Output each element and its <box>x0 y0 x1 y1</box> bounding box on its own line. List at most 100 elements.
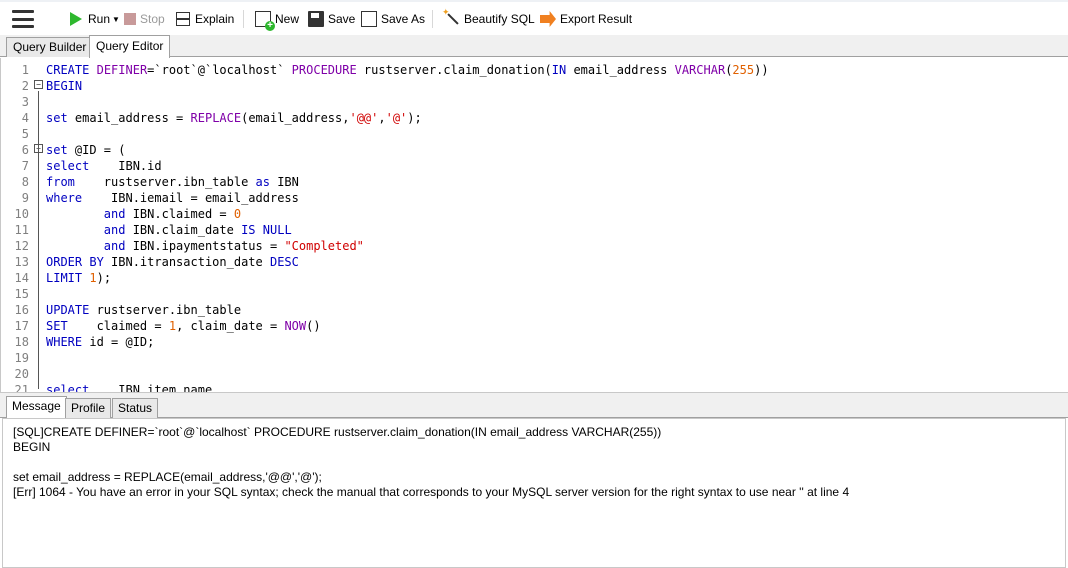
line-number: 16 <box>14 303 29 317</box>
export-result-button[interactable]: Export Result <box>540 9 632 29</box>
line-number: 3 <box>21 95 29 109</box>
code-line[interactable]: 6−set @ID = ( <box>1 142 1068 158</box>
fold-toggle-icon[interactable]: − <box>34 80 43 89</box>
export-icon <box>540 11 556 27</box>
save-label: Save <box>328 12 356 26</box>
code-text: set @ID = ( <box>46 143 126 157</box>
message-line: set email_address = REPLACE(email_addres… <box>13 470 322 484</box>
line-number: 18 <box>14 335 29 349</box>
code-text: select IBN.item_name <box>46 383 213 392</box>
tab-status[interactable]: Status <box>112 398 159 419</box>
beautify-sql-button[interactable]: Beautify SQL <box>442 7 535 29</box>
line-number: 11 <box>14 223 29 237</box>
code-text: and IBN.claim_date IS NULL <box>103 223 292 237</box>
code-text: SET claimed = 1, claim_date = NOW() <box>46 319 321 333</box>
code-line[interactable]: 10 and IBN.claimed = 0 <box>1 206 1068 222</box>
code-line[interactable]: 1 CREATE DEFINER=`root`@`localhost` PROCE… <box>1 62 1068 78</box>
explain-icon <box>175 11 191 27</box>
code-line[interactable]: 7 select IBN.id <box>1 158 1068 174</box>
code-line[interactable]: 14 LIMIT 1); <box>1 270 1068 286</box>
tab-profile[interactable]: Profile <box>65 398 112 419</box>
code-line[interactable]: 20 <box>1 366 1068 382</box>
code-line[interactable]: 13 ORDER BY IBN.itransaction_date DESC <box>1 254 1068 270</box>
code-text: select IBN.id <box>46 159 162 173</box>
line-number: 1 <box>21 63 29 77</box>
code-text: set email_address = REPLACE(email_addres… <box>46 111 422 125</box>
run-label: Run <box>88 12 111 26</box>
hamburger-menu-icon[interactable] <box>12 10 34 28</box>
code-text: CREATE DEFINER=`root`@`localhost` PROCED… <box>46 63 769 77</box>
query-tab-bar: Query Builder Query Editor <box>0 35 1068 58</box>
error-message-line: [Err] 1064 - You have an error in your S… <box>13 485 850 499</box>
stop-button[interactable]: Stop <box>124 9 165 29</box>
explain-label: Explain <box>195 12 235 26</box>
code-line[interactable]: 8 from rustserver.ibn_table as IBN <box>1 174 1068 190</box>
line-number: 8 <box>21 175 29 189</box>
code-text: and IBN.ipaymentstatus = "Completed" <box>103 239 364 253</box>
play-icon <box>70 12 82 26</box>
code-line[interactable]: 17 SET claimed = 1, claim_date = NOW() <box>1 318 1068 334</box>
line-number: 6 <box>21 143 29 157</box>
code-text: where IBN.iemail = email_address <box>46 191 299 205</box>
code-line[interactable]: 12 and IBN.ipaymentstatus = "Completed" <box>1 238 1068 254</box>
line-number: 15 <box>14 287 29 301</box>
magic-wand-icon <box>442 7 460 27</box>
message-line: BEGIN <box>13 440 51 454</box>
line-number: 5 <box>21 127 29 141</box>
line-number: 19 <box>14 351 29 365</box>
code-line[interactable]: 5 <box>1 126 1068 142</box>
code-line[interactable]: 18 WHERE id = @ID; <box>1 334 1068 350</box>
line-number: 10 <box>14 207 29 221</box>
beautify-label: Beautify SQL <box>464 12 535 26</box>
new-label: New <box>275 12 300 26</box>
line-number: 21 <box>14 383 29 392</box>
code-line[interactable]: 9 where IBN.iemail = email_address <box>1 190 1068 206</box>
tab-query-editor[interactable]: Query Editor <box>89 35 171 58</box>
export-label: Export Result <box>560 12 633 26</box>
code-line[interactable]: 16 UPDATE rustserver.ibn_table <box>1 302 1068 318</box>
line-number: 9 <box>21 191 29 205</box>
code-line[interactable]: 21 select IBN.item_name <box>1 382 1068 392</box>
toolbar-separator <box>432 10 433 28</box>
line-number: 4 <box>21 111 29 125</box>
message-pane: [SQL]CREATE DEFINER=`root`@`localhost` P… <box>2 418 1066 568</box>
code-text: UPDATE rustserver.ibn_table <box>46 303 242 317</box>
explain-button[interactable]: Explain <box>175 9 234 29</box>
save-as-label: Save As <box>381 12 426 26</box>
save-button[interactable]: Save <box>308 9 355 29</box>
save-icon <box>308 11 324 27</box>
stop-label: Stop <box>140 12 165 26</box>
line-number: 20 <box>14 367 29 381</box>
toolbar-separator <box>243 10 244 28</box>
line-number: 7 <box>21 159 29 173</box>
code-line[interactable]: 19 <box>1 350 1068 366</box>
save-as-icon <box>361 11 377 27</box>
new-button[interactable]: New <box>255 9 300 31</box>
tab-message[interactable]: Message <box>6 396 67 420</box>
line-number: 17 <box>14 319 29 333</box>
new-query-icon <box>255 11 275 31</box>
result-tab-bar: Message Profile Status <box>0 392 1068 420</box>
code-text: and IBN.claimed = 0 <box>103 207 242 221</box>
code-line[interactable]: 11 and IBN.claim_date IS NULL <box>1 222 1068 238</box>
tab-query-builder[interactable]: Query Builder <box>6 37 94 57</box>
sql-editor[interactable]: 1 CREATE DEFINER=`root`@`localhost` PROCE… <box>0 58 1068 392</box>
toolbar-top-border <box>0 0 1068 2</box>
fold-guide <box>38 155 39 277</box>
code-line[interactable]: 15 <box>1 286 1068 302</box>
line-number: 2 <box>21 79 29 93</box>
code-line[interactable]: 4 set email_address = REPLACE(email_addre… <box>1 110 1068 126</box>
code-text: from rustserver.ibn_table as IBN <box>46 175 299 189</box>
code-line[interactable]: 2− BEGIN <box>1 78 1068 94</box>
code-text: ORDER BY IBN.itransaction_date DESC <box>46 255 299 269</box>
chevron-down-icon[interactable]: ▼ <box>112 15 120 24</box>
run-button[interactable]: Run ▼ <box>70 9 120 29</box>
save-as-button[interactable]: Save As <box>361 9 425 29</box>
line-number: 14 <box>14 271 29 285</box>
line-number: 12 <box>14 239 29 253</box>
message-line <box>13 455 1055 470</box>
code-line[interactable]: 3 <box>1 94 1068 110</box>
line-number: 13 <box>14 255 29 269</box>
code-text: WHERE id = @ID; <box>46 335 155 349</box>
toolbar: Run ▼ Stop Explain New Save Save As Beau… <box>0 0 1068 37</box>
